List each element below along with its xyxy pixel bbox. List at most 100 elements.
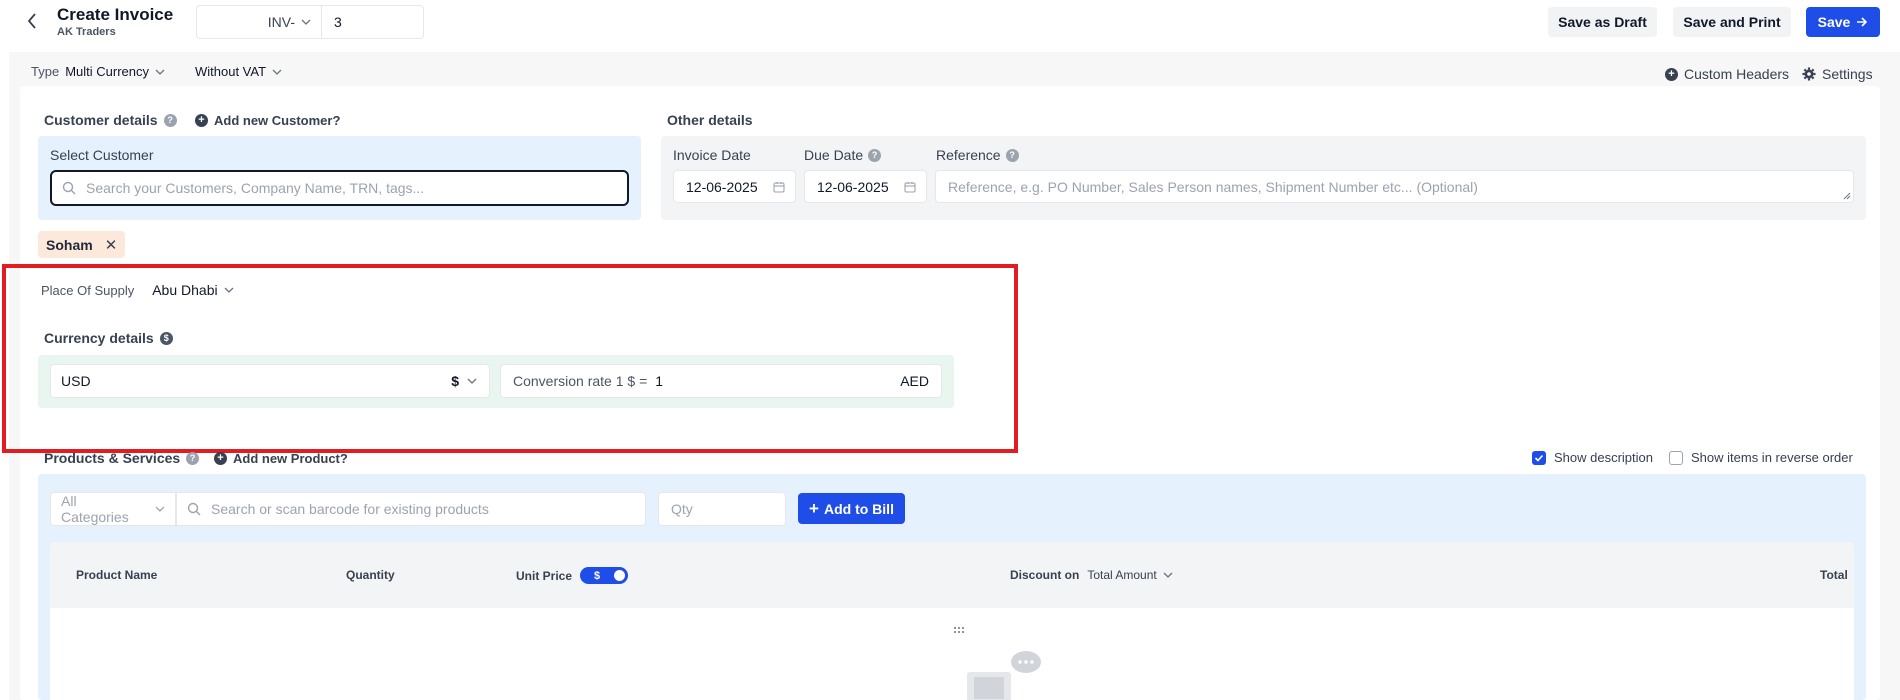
custom-headers-button[interactable]: + Custom Headers [1665,66,1789,82]
calendar-icon [904,181,916,193]
reference-input[interactable] [948,178,1828,195]
customer-search-input[interactable] [86,180,606,196]
qty-input[interactable] [671,501,771,517]
reverse-order-checkbox[interactable]: Show items in reverse order [1669,450,1853,465]
products-table-body [50,608,1854,700]
add-customer-label: Add new Customer? [214,113,341,128]
add-to-bill-button[interactable]: + Add to Bill [798,493,905,524]
other-details-heading: Other details [667,112,753,128]
due-date-label: Due Date [804,147,864,163]
invoice-prefix-value: INV- [267,14,295,30]
customer-details-label: Customer details [44,112,158,128]
close-icon[interactable]: ✕ [105,236,118,254]
add-to-bill-label: Add to Bill [823,500,894,517]
col-product-name: Product Name [76,568,158,582]
toggle-symbol: $ [594,569,601,582]
custom-headers-label: Custom Headers [1684,66,1790,82]
drag-grid-icon [954,627,964,633]
settings-button[interactable]: Settings [1802,66,1873,82]
show-description-label: Show description [1554,450,1653,465]
chevron-down-icon [155,69,165,75]
qty-field[interactable] [658,492,786,526]
category-select[interactable]: All Categories [50,492,176,526]
invoice-prefix-select[interactable]: INV- [196,5,322,39]
invoice-date-picker[interactable]: 12-06-2025 [673,170,796,203]
save-print-button[interactable]: Save and Print [1673,7,1791,37]
arrow-right-icon [1857,17,1868,27]
unit-price-label: Unit Price [516,568,573,583]
help-icon[interactable]: ? [1005,148,1019,162]
reference-field[interactable] [935,170,1854,203]
resize-handle-icon[interactable] [1843,192,1851,200]
due-date-heading: Due Date ? [804,147,882,163]
discount-on-label: Discount on [1010,568,1080,582]
show-description-checkbox[interactable]: Show description [1532,450,1653,465]
products-services-label: Products & Services [44,450,181,466]
highlight-box [2,264,1018,453]
invoice-date-label-text: Invoice Date [673,147,751,163]
plus-icon: + [809,499,819,518]
due-date-picker[interactable]: 12-06-2025 [804,170,927,203]
product-search-box[interactable] [176,492,646,526]
checkbox-checked[interactable] [1532,450,1546,465]
chevron-down-icon [301,19,311,25]
page-title: Create Invoice [57,5,174,24]
type-value: Multi Currency [65,64,149,79]
discount-value: Total Amount [1087,568,1157,582]
products-table-header: Product Name Quantity Unit Price $ Disco… [50,542,1854,608]
search-icon [62,181,76,195]
category-placeholder: All Categories [61,493,129,525]
toggle-knob [614,570,626,581]
help-icon[interactable]: ? [868,148,882,162]
plus-circle-icon: + [214,452,227,465]
col-quantity: Quantity [346,568,395,582]
search-icon [187,502,201,516]
plus-circle-icon: + [1665,67,1678,81]
currency-toggle[interactable]: $ [580,567,629,584]
help-icon[interactable]: ? [163,113,177,127]
customer-details-heading: Customer details ? [44,112,177,128]
chevron-down-icon [155,506,165,512]
invoice-type-bar: Type Multi Currency Without VAT [31,64,282,79]
save-draft-label: Save as Draft [1558,14,1647,30]
add-product-link[interactable]: + Add new Product? [214,451,348,466]
top-bar: Create Invoice AK Traders INV- Save as D… [0,0,1900,52]
chevron-down-icon [1163,572,1173,578]
help-icon[interactable]: ? [186,451,200,465]
customer-search-box[interactable] [50,170,629,206]
save-button[interactable]: Save [1806,7,1880,37]
check-icon [1534,454,1544,462]
other-details-panel: Invoice Date 12-06-2025 Due Date ? 12-06… [661,136,1866,220]
invoice-date-label: Invoice Date [673,147,751,163]
empty-state-illustration-icon [967,651,1041,700]
save-draft-button[interactable]: Save as Draft [1548,7,1657,37]
reverse-order-label: Show items in reverse order [1691,450,1853,465]
products-panel: All Categories + Add to Bill Product Nam… [38,474,1866,700]
due-date-value: 12-06-2025 [817,178,889,195]
add-product-label: Add new Product? [233,451,348,466]
selected-customer-chip: Soham ✕ [38,231,126,258]
chevron-down-icon [272,69,282,75]
add-customer-link[interactable]: + Add new Customer? [195,113,340,128]
vat-select[interactable]: Without VAT [195,64,282,79]
invoice-number-input[interactable] [322,5,424,39]
col-unit-price: Unit Price $ [516,567,629,584]
checkbox-unchecked[interactable] [1669,450,1683,465]
type-select[interactable]: Multi Currency [65,64,165,79]
selected-customer-name: Soham [46,236,93,253]
select-customer-label: Select Customer [50,147,154,163]
reference-label: Reference [936,147,1001,163]
customer-select-panel: Select Customer [38,136,641,220]
back-arrow-icon[interactable] [22,10,42,32]
save-label: Save [1817,14,1851,30]
invoice-date-value: 12-06-2025 [686,178,758,195]
discount-select[interactable]: Total Amount [1087,568,1173,582]
vat-value: Without VAT [194,64,267,79]
type-label: Type [31,64,60,79]
col-discount: Discount on Total Amount [1010,568,1173,582]
calendar-icon [773,181,785,193]
plus-circle-icon: + [195,114,208,127]
company-name: AK Traders [57,26,116,38]
product-search-input[interactable] [211,501,631,517]
gear-icon [1802,67,1816,81]
